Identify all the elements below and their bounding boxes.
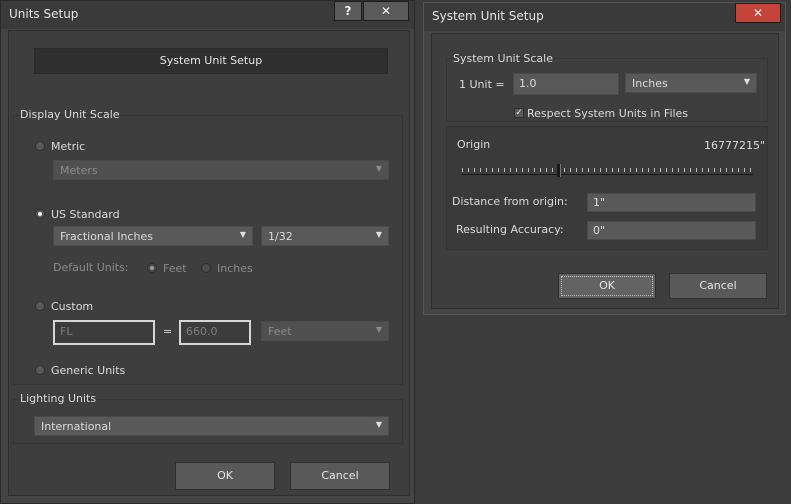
custom-amount-input[interactable]: 660.0 — [179, 320, 251, 345]
ok-button[interactable]: OK — [558, 273, 656, 299]
custom-name-input[interactable]: FL — [53, 320, 155, 345]
custom-unit-value: Feet — [268, 325, 292, 338]
resulting-accuracy-input[interactable]: 0" — [587, 221, 756, 240]
unit-value: 1.0 — [519, 77, 537, 90]
us-units-dropdown[interactable]: Fractional Inches ▼ — [53, 226, 253, 246]
distance-from-origin-label: Distance from origin: — [452, 195, 568, 208]
cancel-button[interactable]: Cancel — [669, 273, 767, 299]
chevron-down-icon: ▼ — [375, 164, 382, 173]
chevron-down-icon: ▼ — [375, 420, 382, 429]
system-unit-setup-body: System Unit Scale 1 Unit = 1.0 Inches ▼ … — [431, 33, 779, 309]
default-feet-radio[interactable] — [147, 263, 157, 273]
metric-unit-dropdown[interactable]: Meters ▼ — [53, 160, 389, 180]
unit-type-value: Inches — [632, 77, 668, 90]
chevron-down-icon: ▼ — [239, 230, 246, 239]
default-inches-radio[interactable] — [201, 263, 211, 273]
distance-from-origin-value: 1" — [593, 196, 606, 209]
close-button[interactable]: ✕ — [363, 1, 409, 21]
display-unit-scale-label: Display Unit Scale — [20, 108, 120, 121]
custom-unit-dropdown[interactable]: Feet ▼ — [261, 321, 389, 341]
respect-system-units-checkbox[interactable]: ✓ — [514, 108, 524, 118]
slider-ticks — [462, 168, 753, 172]
equals-label: = — [163, 325, 173, 338]
fraction-value: 1/32 — [268, 230, 293, 243]
system-unit-scale-label: System Unit Scale — [453, 52, 553, 65]
lighting-units-label: Lighting Units — [20, 392, 97, 405]
custom-amount-value: 660.0 — [186, 325, 218, 338]
chevron-down-icon: ▼ — [375, 230, 382, 239]
custom-label: Custom — [51, 300, 94, 313]
units-setup-window: Units Setup ? ✕ System Unit Setup Displa… — [0, 0, 415, 504]
close-button[interactable]: ✕ — [735, 3, 781, 23]
resulting-accuracy-label: Resulting Accuracy: — [456, 223, 564, 236]
help-button[interactable]: ? — [334, 1, 362, 21]
system-unit-setup-title: System Unit Setup — [432, 9, 544, 23]
origin-value: 16777215" — [704, 139, 766, 152]
distance-from-origin-input[interactable]: 1" — [587, 193, 756, 212]
metric-unit-value: Meters — [60, 164, 98, 177]
system-unit-setup-titlebar[interactable]: System Unit Setup ✕ — [424, 3, 785, 31]
custom-name-value: FL — [60, 325, 73, 338]
origin-slider[interactable] — [462, 162, 753, 180]
resulting-accuracy-value: 0" — [593, 224, 606, 237]
units-setup-titlebar[interactable]: Units Setup ? ✕ — [1, 1, 414, 29]
us-standard-radio[interactable] — [35, 209, 45, 219]
fraction-dropdown[interactable]: 1/32 ▼ — [261, 226, 389, 246]
metric-label: Metric — [51, 140, 86, 153]
default-feet-label: Feet — [163, 262, 187, 275]
default-units-label: Default Units: — [53, 261, 129, 274]
check-icon: ✓ — [515, 108, 523, 118]
generic-units-radio[interactable] — [35, 365, 45, 375]
us-standard-label: US Standard — [51, 208, 120, 221]
origin-label: Origin — [457, 138, 491, 151]
metric-radio[interactable] — [35, 141, 45, 151]
chevron-down-icon: ▼ — [743, 77, 750, 86]
custom-radio[interactable] — [35, 301, 45, 311]
unit-type-dropdown[interactable]: Inches ▼ — [625, 73, 757, 93]
respect-system-units-label: Respect System Units in Files — [527, 107, 689, 120]
chevron-down-icon: ▼ — [375, 325, 382, 334]
system-unit-setup-button[interactable]: System Unit Setup — [34, 48, 388, 74]
lighting-units-value: International — [41, 420, 112, 433]
slider-thumb[interactable] — [557, 164, 561, 177]
us-units-value: Fractional Inches — [60, 230, 153, 243]
slider-track — [462, 174, 753, 175]
unit-equals-label: 1 Unit = — [459, 78, 505, 91]
unit-value-input[interactable]: 1.0 — [513, 73, 619, 95]
units-setup-body: System Unit Setup Display Unit Scale Met… — [8, 30, 410, 496]
ok-button[interactable]: OK — [175, 462, 275, 490]
system-unit-setup-window: System Unit Setup ✕ System Unit Scale 1 … — [423, 2, 786, 315]
lighting-units-dropdown[interactable]: International ▼ — [34, 416, 389, 436]
cancel-button[interactable]: Cancel — [290, 462, 390, 490]
generic-units-label: Generic Units — [51, 364, 126, 377]
default-inches-label: Inches — [217, 262, 253, 275]
units-setup-title: Units Setup — [9, 7, 79, 21]
